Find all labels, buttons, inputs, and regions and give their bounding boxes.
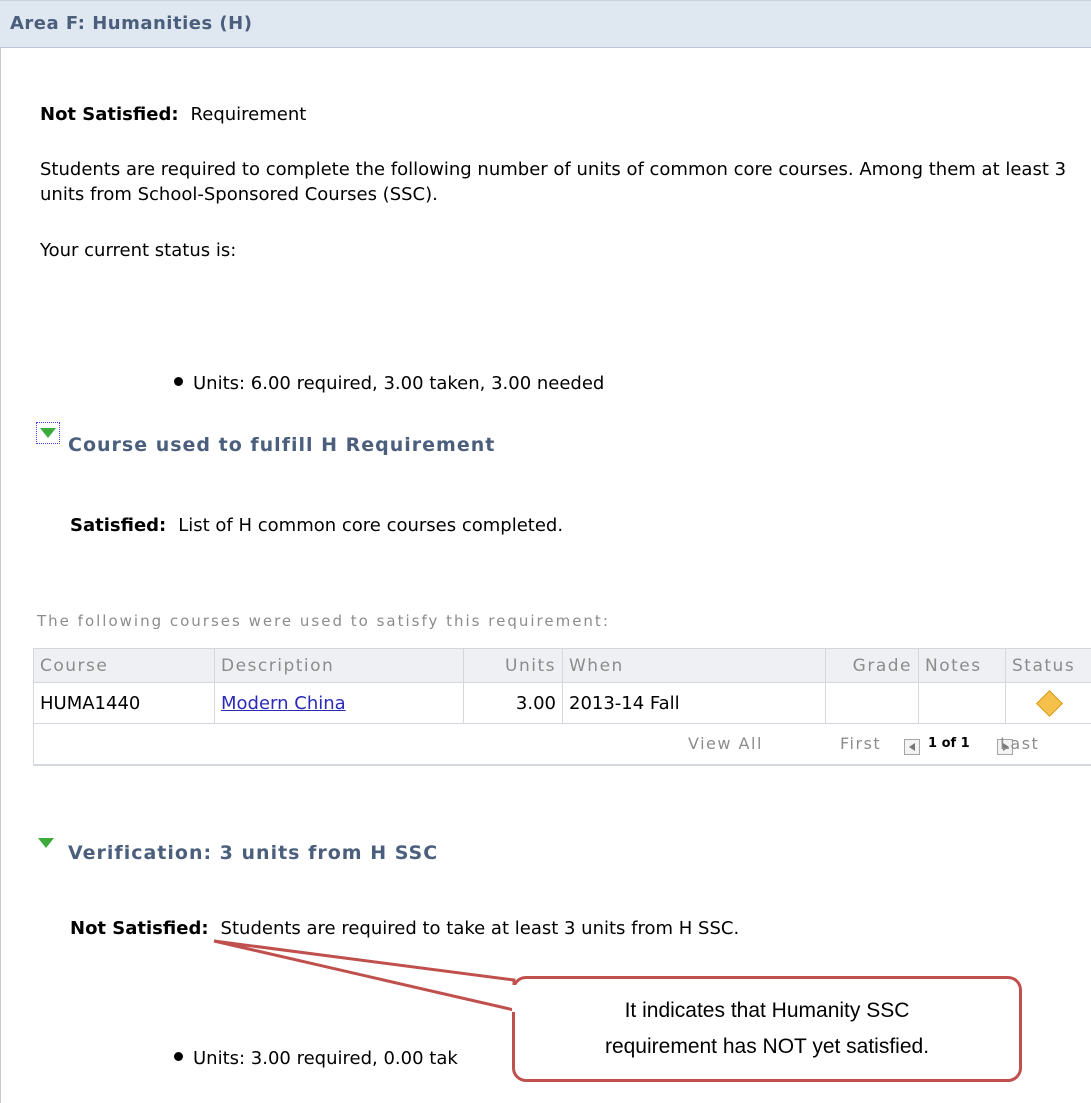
callout-pointer <box>213 939 516 1012</box>
callout-text-line1: It indicates that Humanity SSC <box>624 999 910 1022</box>
callout-text-line2: requirement has NOT yet satisfied. <box>604 1035 930 1058</box>
callout-tail-mask <box>512 985 519 1012</box>
annotation-callout: It indicates that Humanity SSC requireme… <box>512 976 1022 1082</box>
callout-tail <box>213 939 516 1012</box>
